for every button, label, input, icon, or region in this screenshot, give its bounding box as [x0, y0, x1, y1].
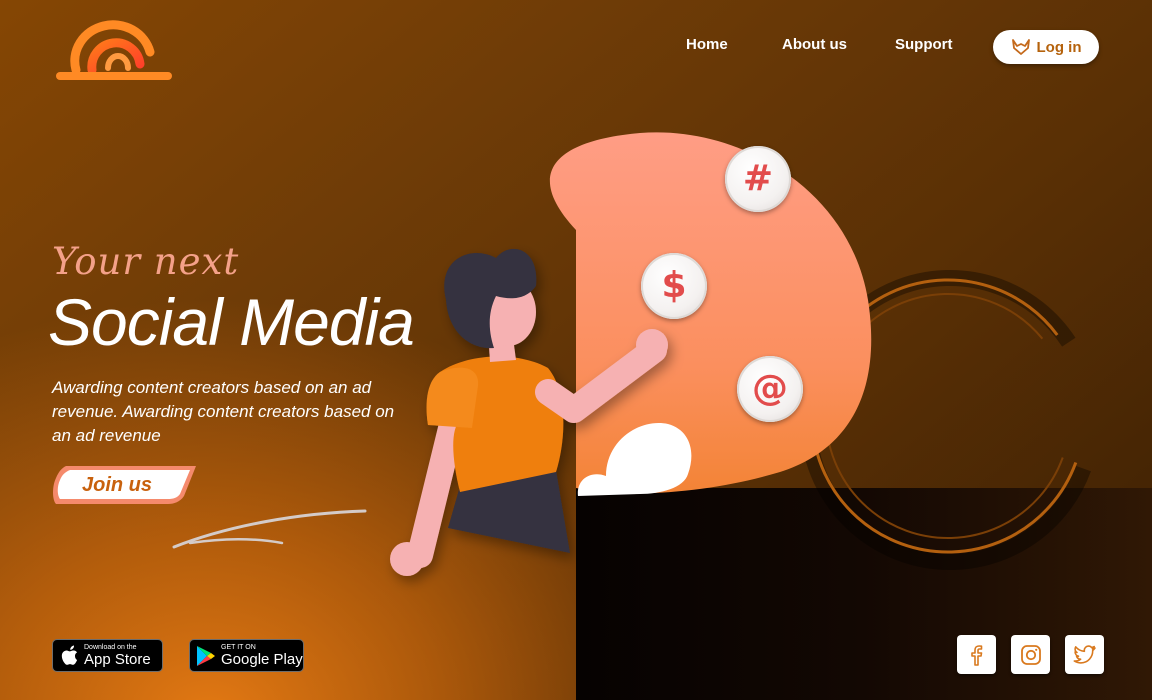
google-play-title: Google Play: [221, 651, 303, 668]
hashtag-bubble: #: [725, 146, 791, 212]
dollar-bubble: $: [641, 253, 707, 319]
hero-description: Awarding content creators based on an ad…: [52, 378, 395, 445]
hero-tagline: Your next: [52, 240, 240, 283]
login-button[interactable]: Log in: [993, 30, 1099, 64]
facebook-icon: [970, 644, 982, 666]
join-us-button[interactable]: Join us: [52, 466, 196, 504]
nav-support[interactable]: Support: [895, 36, 953, 53]
at-sign-bubble: @: [737, 356, 803, 422]
dollar-icon: $: [661, 265, 687, 306]
apple-icon: [61, 645, 78, 665]
woman-left-hand: [390, 542, 424, 576]
app-store-title: App Store: [84, 651, 151, 668]
landing-page: Home About us Support Log in Your next S…: [0, 0, 1152, 700]
app-store-badge[interactable]: Download on the App Store: [52, 639, 163, 672]
hero-blob: [549, 132, 872, 601]
hero-headline: Social Media: [48, 285, 415, 359]
woman-right-hand: [636, 329, 668, 361]
sunrise-logo-icon: [56, 20, 172, 80]
instagram-icon: [1020, 644, 1041, 665]
google-play-icon: [197, 645, 215, 666]
hashtag-icon: #: [742, 158, 774, 199]
fox-icon: [1011, 39, 1030, 55]
google-play-badge[interactable]: GET IT ON Google Play: [189, 639, 304, 672]
nav-about-us[interactable]: About us: [782, 36, 847, 53]
google-play-caption: GET IT ON: [221, 644, 256, 651]
woman-sleeve: [426, 367, 479, 428]
facebook-button[interactable]: [957, 635, 996, 674]
nav-home[interactable]: Home: [686, 36, 728, 53]
app-store-caption: Download on the: [84, 644, 137, 651]
join-us-label: Join us: [82, 474, 153, 496]
at-sign-icon: @: [752, 368, 788, 409]
twitter-icon: [1073, 644, 1096, 664]
login-label: Log in: [1036, 38, 1082, 56]
twitter-button[interactable]: [1065, 635, 1104, 674]
instagram-button[interactable]: [1011, 635, 1050, 674]
decorative-swoosh: [172, 509, 367, 549]
